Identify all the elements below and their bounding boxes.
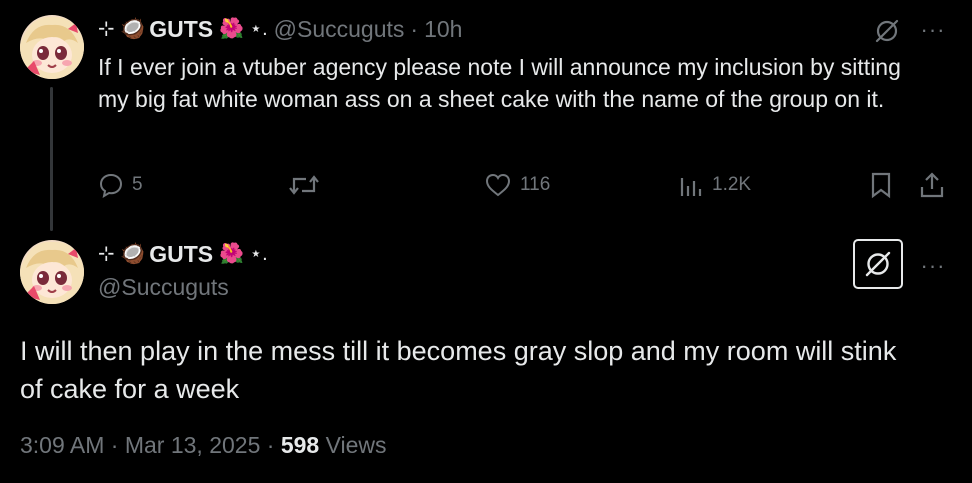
like-icon [485, 173, 511, 197]
retweet-button[interactable] [288, 168, 328, 202]
more-icon[interactable]: ··· [918, 255, 948, 277]
grok-icon [865, 251, 891, 277]
name-suffix-emoji: 🌺 ⋆. [219, 18, 268, 40]
action-bar: 5 116 1.2K [98, 168, 948, 202]
views-count: 1.2K [712, 174, 752, 195]
views-icon [680, 178, 702, 196]
parent-name-row: ⊹ 🥥 GUTS 🌺 ⋆. @Succuguts · 10h [98, 15, 462, 43]
reply-count: 5 [132, 174, 143, 195]
avatar[interactable] [20, 240, 84, 304]
views-count: 598 [280, 432, 320, 458]
name-prefix-emoji: ⊹ 🥥 [98, 18, 146, 40]
name-prefix-emoji: ⊹ 🥥 [98, 243, 146, 265]
reply-button[interactable]: 5 [98, 168, 143, 202]
reply-icon [99, 173, 123, 198]
bookmark-icon [871, 172, 891, 199]
thread-line [50, 87, 53, 231]
main-tweet-text: I will then play in the mess till it bec… [20, 336, 897, 404]
tweet-time[interactable]: 3:09 AM [20, 432, 104, 458]
avatar[interactable] [20, 15, 84, 79]
views-button[interactable]: 1.2K [678, 168, 751, 202]
handle[interactable]: @Succuguts [274, 15, 405, 43]
grok-button[interactable] [853, 239, 903, 289]
separator-dot: · [110, 432, 119, 458]
display-name[interactable]: GUTS [149, 240, 213, 268]
share-icon [920, 172, 944, 198]
main-name-row: ⊹ 🥥 GUTS 🌺 ⋆. [98, 240, 268, 268]
share-button[interactable] [918, 168, 946, 202]
separator-dot: · [266, 432, 275, 458]
main-handle-row: @Succuguts [98, 273, 229, 301]
parent-tweet-text: If I ever join a vtuber agency please no… [98, 54, 901, 112]
more-icon[interactable]: ··· [918, 19, 948, 41]
display-name[interactable]: GUTS [149, 15, 213, 43]
tweet-date[interactable]: Mar 13, 2025 [125, 432, 261, 458]
like-button[interactable]: 116 [484, 168, 550, 202]
like-count: 116 [520, 174, 551, 195]
timestamp[interactable]: 10h [424, 15, 462, 43]
tweet-meta: 3:09 AM · Mar 13, 2025 · 598 Views [20, 432, 387, 459]
bookmark-button[interactable] [868, 168, 894, 202]
name-suffix-emoji: 🌺 ⋆. [219, 243, 268, 265]
views-label: Views [325, 432, 387, 458]
retweet-icon [289, 175, 319, 195]
grok-icon[interactable] [872, 16, 902, 46]
separator-dot: · [410, 16, 419, 42]
handle[interactable]: @Succuguts [98, 273, 229, 301]
